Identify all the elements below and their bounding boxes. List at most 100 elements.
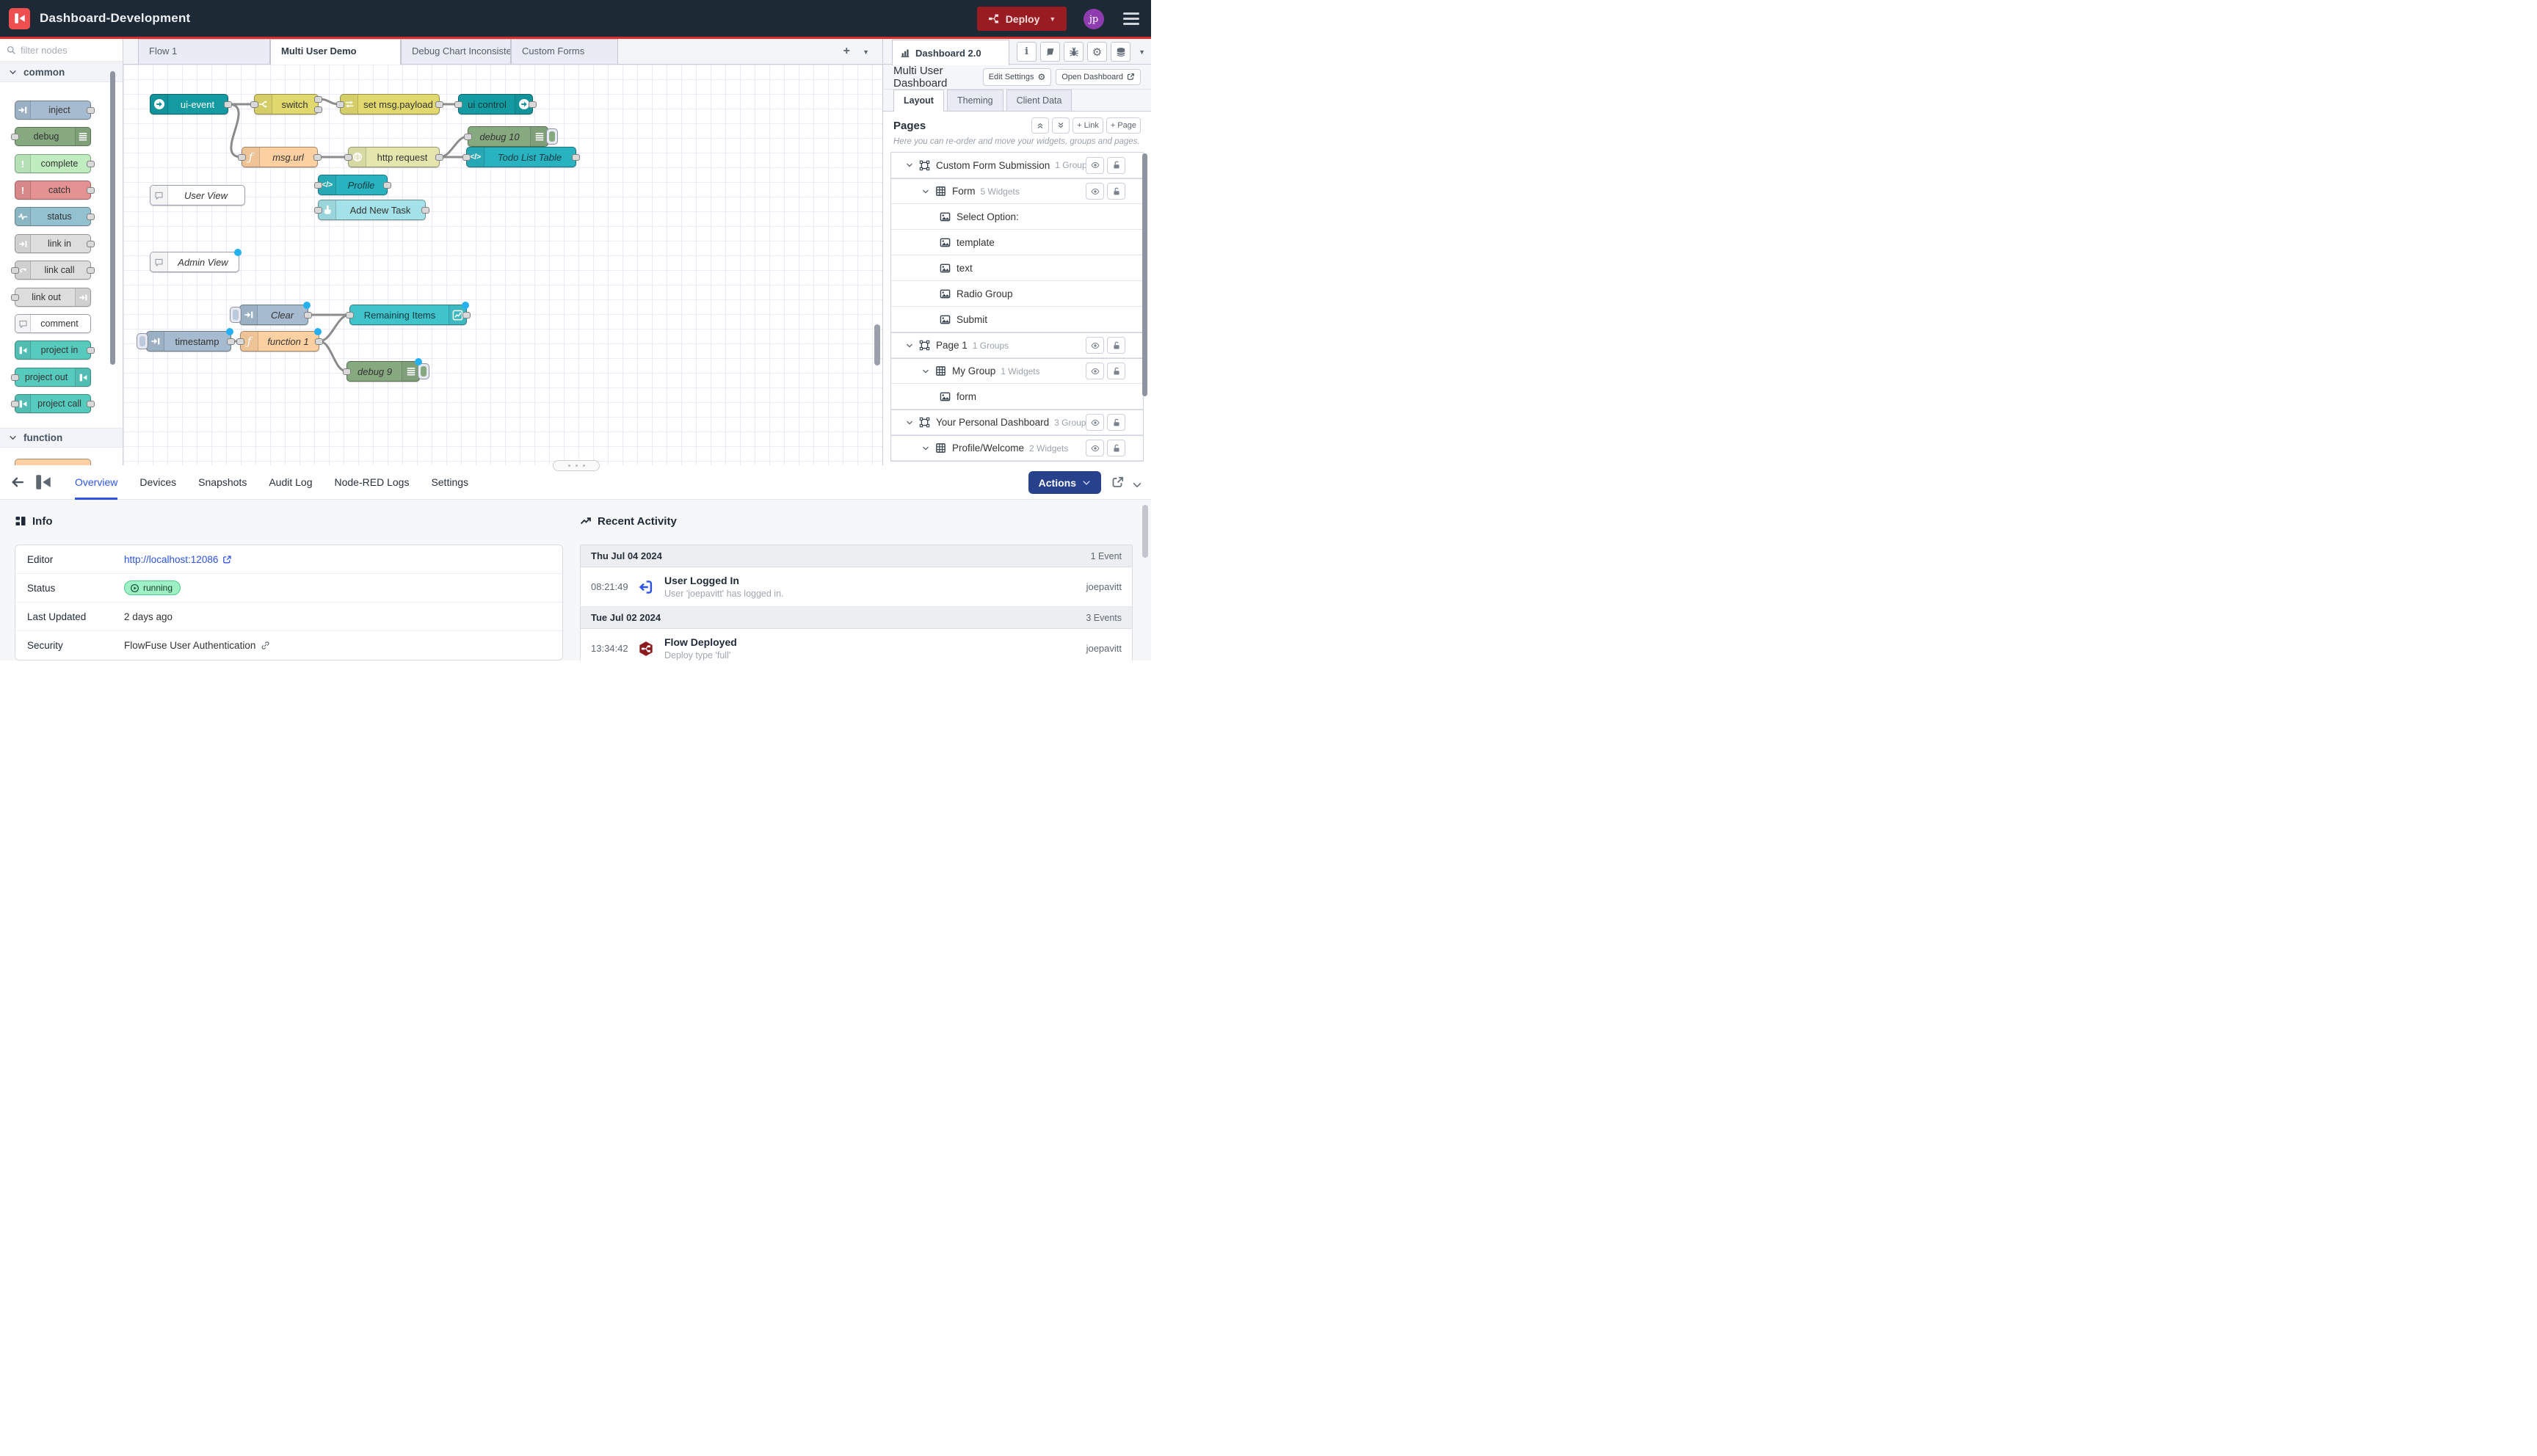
input-port[interactable] <box>346 312 354 318</box>
activity-event-row[interactable]: 08:21:49 User Logged In User 'joepavitt'… <box>581 567 1132 607</box>
debug-tab-button[interactable] <box>1064 42 1084 62</box>
flow-tab-1[interactable]: Flow 1 <box>138 39 270 64</box>
palette-node-complete[interactable]: ! complete <box>15 154 91 173</box>
actions-button[interactable]: Actions <box>1028 471 1101 494</box>
context-data-tab-button[interactable] <box>1111 42 1130 62</box>
back-button[interactable] <box>10 475 25 489</box>
tab-snapshots[interactable]: Snapshots <box>198 465 247 500</box>
output-port[interactable] <box>224 101 232 108</box>
node-inject-timestamp[interactable]: timestamp <box>146 331 231 352</box>
tab-client-data[interactable]: Client Data <box>1006 90 1072 111</box>
node-debug-10[interactable]: debug 10 <box>468 126 548 147</box>
tab-node-red-logs[interactable]: Node-RED Logs <box>335 465 410 500</box>
lock-button[interactable] <box>1107 440 1125 456</box>
flow-tab-2-active[interactable]: Multi User Demo <box>270 39 401 65</box>
output-port-2[interactable] <box>314 106 322 113</box>
output-port[interactable] <box>87 347 95 354</box>
palette-category-common[interactable]: common <box>0 62 123 82</box>
palette-node-catch[interactable]: ! catch <box>15 181 91 200</box>
open-editor-icon[interactable] <box>1111 476 1125 492</box>
chevron-down-icon[interactable] <box>906 342 913 349</box>
chain-link-icon[interactable] <box>261 641 270 650</box>
output-port[interactable] <box>87 214 95 220</box>
output-port[interactable] <box>529 101 537 108</box>
output-port[interactable] <box>87 401 95 407</box>
palette-node-project-call[interactable]: project call <box>15 394 91 413</box>
node-function-1[interactable]: ƒ function 1 <box>240 331 319 352</box>
node-debug-9[interactable]: debug 9 <box>346 361 420 382</box>
tree-row-page[interactable]: Custom Form Submission 1 Groups <box>891 153 1143 178</box>
palette-category-function[interactable]: function <box>0 428 123 448</box>
debug-toggle-button[interactable] <box>546 128 558 145</box>
input-port[interactable] <box>11 374 19 381</box>
output-port[interactable] <box>462 312 471 318</box>
input-port[interactable] <box>238 154 246 161</box>
input-port[interactable] <box>11 294 19 301</box>
node-change[interactable]: set msg.payload <box>340 94 440 114</box>
help-tab-button[interactable] <box>1040 42 1060 62</box>
tab-overview[interactable]: Overview <box>75 465 117 500</box>
tree-row-widget[interactable]: form <box>891 384 1143 410</box>
output-port[interactable] <box>435 154 443 161</box>
add-link-button[interactable]: + Link <box>1072 117 1103 134</box>
output-port[interactable] <box>227 338 235 345</box>
input-port[interactable] <box>343 368 351 375</box>
input-port[interactable] <box>464 134 472 140</box>
output-port[interactable] <box>313 154 322 161</box>
input-port[interactable] <box>336 101 344 108</box>
lock-button[interactable] <box>1107 337 1125 354</box>
node-ui-button-add-task[interactable]: Add New Task <box>318 200 426 220</box>
deploy-caret-icon[interactable]: ▼ <box>1049 15 1056 23</box>
palette-node-project-in[interactable]: project in <box>15 341 91 360</box>
visibility-button[interactable] <box>1086 337 1104 354</box>
tab-layout[interactable]: Layout <box>893 90 944 112</box>
input-port[interactable] <box>344 154 352 161</box>
sidebar-scrollbar[interactable] <box>1142 153 1147 396</box>
canvas-vertical-scrollbar[interactable] <box>874 324 880 365</box>
lock-button[interactable] <box>1107 414 1125 431</box>
edit-settings-button[interactable]: Edit Settings ⚙ <box>983 68 1052 86</box>
node-ui-chart-remaining-items[interactable]: Remaining Items <box>349 305 467 325</box>
visibility-button[interactable] <box>1086 440 1104 456</box>
flow-canvas[interactable]: ui-event switch set msg.payload <box>123 65 882 465</box>
output-port[interactable] <box>435 101 443 108</box>
palette-search-input[interactable] <box>21 45 101 56</box>
input-port[interactable] <box>11 401 19 407</box>
node-comment-admin-view[interactable]: Admin View <box>150 252 239 272</box>
input-port[interactable] <box>250 101 258 108</box>
tab-audit-log[interactable]: Audit Log <box>269 465 312 500</box>
input-port[interactable] <box>314 207 322 214</box>
tree-row-widget[interactable]: Radio Group <box>891 281 1143 307</box>
output-port[interactable] <box>383 182 391 189</box>
tree-row-group[interactable]: Profile/Welcome 2 Widgets <box>891 435 1143 461</box>
panel-resize-handle[interactable] <box>553 460 600 471</box>
input-port[interactable] <box>236 338 244 345</box>
chevron-down-icon[interactable] <box>906 419 913 426</box>
config-tab-button[interactable]: ⚙ <box>1087 42 1107 62</box>
visibility-button[interactable] <box>1086 183 1104 200</box>
input-port[interactable] <box>314 182 322 189</box>
debug-toggle-button[interactable] <box>418 363 429 379</box>
chevron-down-icon[interactable] <box>922 368 929 375</box>
output-port[interactable] <box>87 187 95 194</box>
palette-node-project-out[interactable]: project out <box>15 368 91 387</box>
visibility-button[interactable] <box>1086 414 1104 431</box>
flow-tab-3[interactable]: Debug Chart Inconsistence S <box>401 39 511 64</box>
expand-all-button[interactable] <box>1052 117 1070 134</box>
lock-button[interactable] <box>1107 183 1125 200</box>
output-port[interactable] <box>87 161 95 167</box>
node-ui-control[interactable]: ui control <box>458 94 533 114</box>
visibility-button[interactable] <box>1086 363 1104 379</box>
output-port[interactable] <box>572 154 580 161</box>
palette-node-link-in[interactable]: link in <box>15 234 91 253</box>
tree-row-widget[interactable]: Select Option: <box>891 204 1143 230</box>
palette-node-link-out[interactable]: link out <box>15 288 91 307</box>
info-tab-button[interactable]: i <box>1017 42 1037 62</box>
activity-event-row[interactable]: 13:34:42 Flow Deployed Deploy type 'full… <box>581 629 1132 660</box>
tree-row-widget[interactable]: template <box>891 230 1143 255</box>
deploy-button[interactable]: Deploy ▼ <box>977 7 1067 31</box>
output-port[interactable] <box>315 338 323 345</box>
palette-node-link-call[interactable]: link call <box>15 261 91 280</box>
lock-button[interactable] <box>1107 363 1125 379</box>
flow-tab-4[interactable]: Custom Forms <box>511 39 618 64</box>
